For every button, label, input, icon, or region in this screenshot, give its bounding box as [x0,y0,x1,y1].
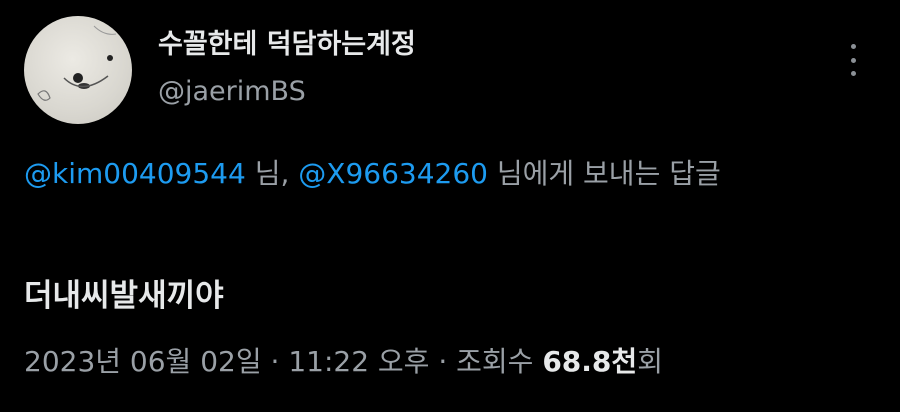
avatar[interactable] [24,16,132,124]
views-unit: 회 [637,345,663,378]
reply-mention-link[interactable]: @X96634260 [298,157,488,190]
more-vertical-icon[interactable] [842,40,864,80]
reply-suffix: 님, [245,157,299,190]
tweet-text: 더내씨발새끼야 [24,278,224,314]
dot [850,44,856,49]
author-handle[interactable]: @jaerimBS [158,76,306,107]
views-label: 조회수 [456,345,543,378]
meta-separator: · [261,345,289,378]
meta-separator: · [429,345,457,378]
views-count: 68.8천 [542,345,638,378]
tweet-card: 수꼴한테 덕담하는계정 @jaerimBS @kim00409544 님, @X… [0,0,900,412]
author-display-name[interactable]: 수꼴한테 덕담하는계정 [158,22,416,61]
reply-suffix: 님에게 보내는 답글 [487,157,721,190]
seal-avatar-image [37,25,117,101]
tweet-date[interactable]: 2023년 06월 02일 [24,345,262,378]
reply-context: @kim00409544 님, @X96634260 님에게 보내는 답글 [24,150,854,198]
tweet-time[interactable]: 11:22 오후 [288,345,429,378]
dot [850,71,856,76]
tweet-metadata: 2023년 06월 02일 · 11:22 오후 · 조회수 68.8천회 [24,340,663,380]
reply-mention-link[interactable]: @kim00409544 [24,157,246,190]
dot [850,57,856,63]
